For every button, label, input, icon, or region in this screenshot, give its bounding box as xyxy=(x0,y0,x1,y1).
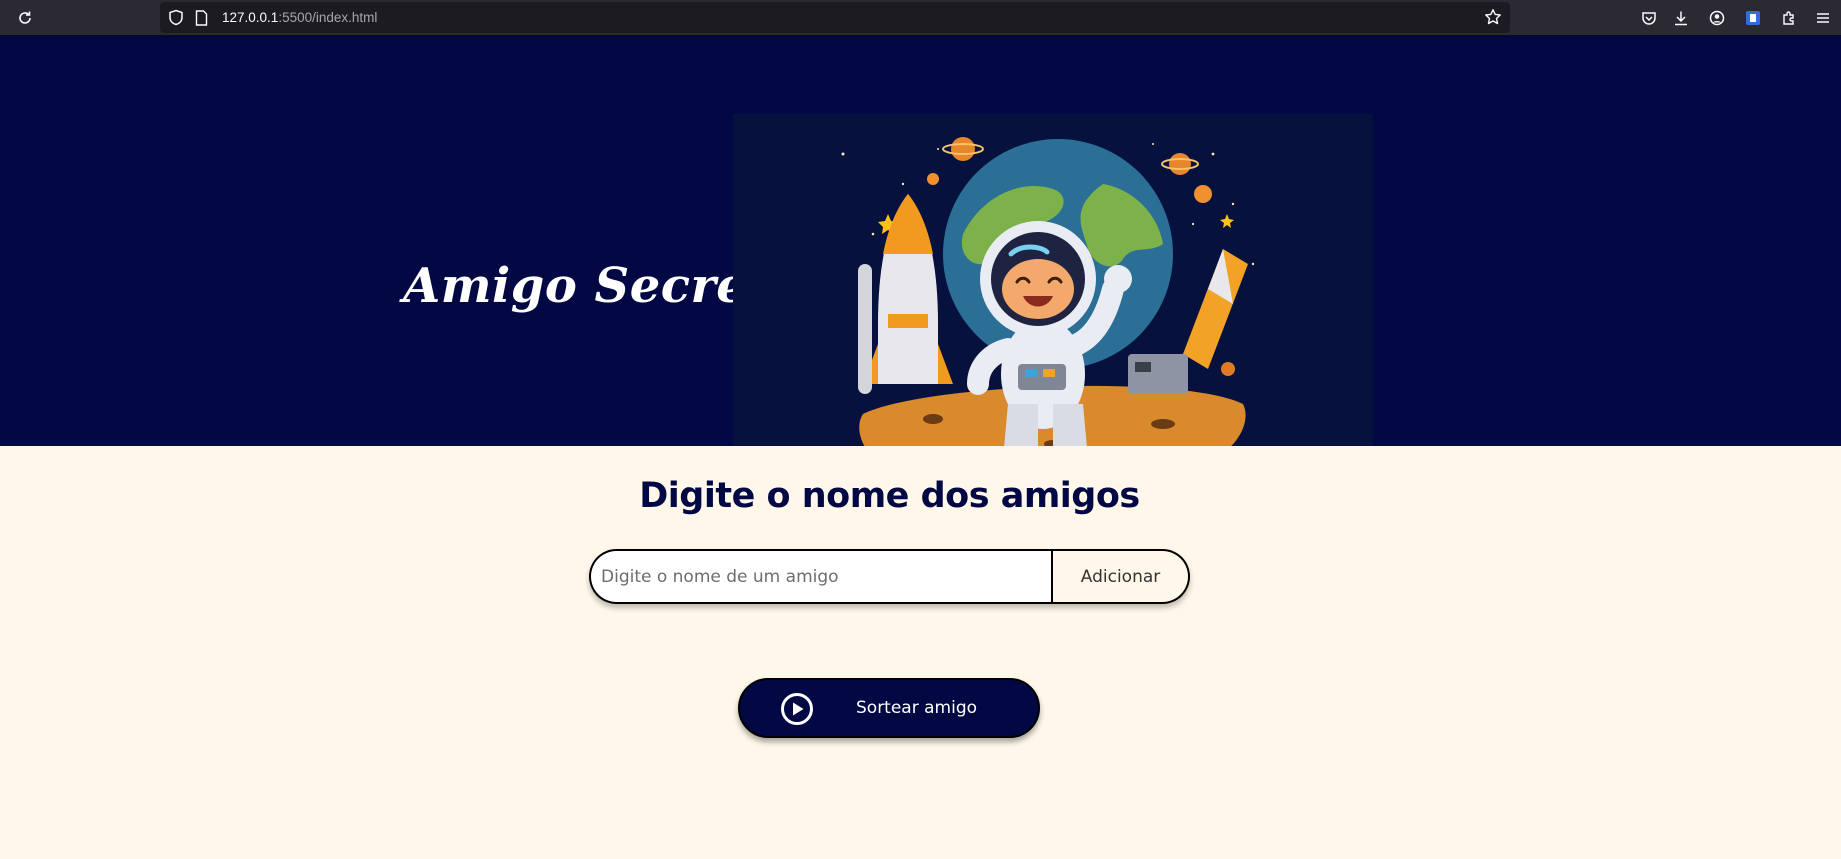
play-circle-icon xyxy=(781,693,813,725)
menu-icon[interactable] xyxy=(1812,7,1834,29)
hero-banner: Amigo Secreto xyxy=(0,36,1841,484)
shield-icon[interactable] xyxy=(168,9,184,31)
browser-toolbar: 127.0.0.1:5500/index.html xyxy=(0,0,1841,36)
url-host: 127.0.0.1 xyxy=(222,10,279,25)
friend-input-group: Adicionar xyxy=(589,549,1190,604)
address-bar[interactable]: 127.0.0.1:5500/index.html xyxy=(160,2,1510,33)
pocket-icon[interactable] xyxy=(1638,7,1660,29)
astronaut-illustration xyxy=(733,114,1373,484)
add-friend-button[interactable]: Adicionar xyxy=(1053,549,1190,604)
section-heading: Digite o nome dos amigos xyxy=(639,476,1140,516)
reload-icon[interactable] xyxy=(14,7,36,29)
url-text: 127.0.0.1:5500/index.html xyxy=(222,10,377,25)
url-path: :5500/index.html xyxy=(278,10,378,25)
extension-badge-icon[interactable] xyxy=(1742,7,1764,29)
draw-friend-button[interactable]: Sortear amigo xyxy=(738,678,1040,738)
page-icon xyxy=(195,10,208,31)
download-icon[interactable] xyxy=(1670,7,1692,29)
account-icon[interactable] xyxy=(1706,7,1728,29)
friend-name-input[interactable] xyxy=(589,549,1054,604)
extensions-puzzle-icon[interactable] xyxy=(1778,7,1800,29)
bookmark-star-icon[interactable] xyxy=(1484,8,1502,31)
draw-button-label: Sortear amigo xyxy=(856,698,978,718)
main-section: Digite o nome dos amigos Adicionar Sorte… xyxy=(0,446,1841,859)
